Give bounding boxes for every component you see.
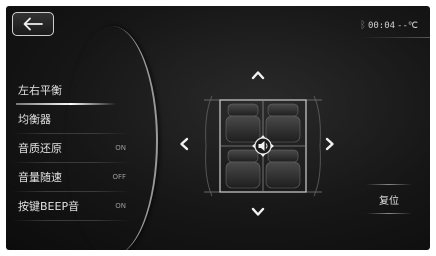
chevron-down-icon[interactable]	[251, 207, 265, 217]
menu-item-label: 音质还原	[18, 142, 62, 155]
menu-divider-arc	[66, 26, 158, 250]
menu-item-label: 按键BEEP音	[18, 200, 80, 213]
menu-item-label: 音量随速	[18, 171, 62, 184]
status-bar: ᛒ 00:04 --℃	[360, 20, 418, 31]
menu-item-label: 左右平衡	[18, 84, 62, 97]
header-divider	[360, 37, 430, 38]
audio-settings-screen: ᛒ 00:04 --℃ 左右平衡 均衡器 音质还原 ON 音量随速 OFF 按键…	[6, 6, 430, 250]
bluetooth-icon: ᛒ	[359, 20, 366, 31]
arrow-left-icon	[23, 17, 43, 31]
seat-rear-right	[265, 149, 301, 189]
back-button[interactable]	[12, 12, 54, 36]
menu-item-label: 均衡器	[18, 113, 51, 126]
seat-rear-left	[225, 149, 261, 189]
seat-front-right	[265, 103, 301, 143]
clock: 00:04	[367, 20, 396, 31]
reset-button[interactable]: 复位	[366, 184, 412, 214]
chevron-up-icon[interactable]	[251, 70, 265, 80]
seat-balance-diagram[interactable]	[198, 94, 328, 198]
temperature: --℃	[397, 20, 418, 31]
seat-front-left	[225, 103, 261, 143]
reset-label: 复位	[379, 195, 399, 207]
chevron-left-icon[interactable]	[179, 137, 189, 151]
